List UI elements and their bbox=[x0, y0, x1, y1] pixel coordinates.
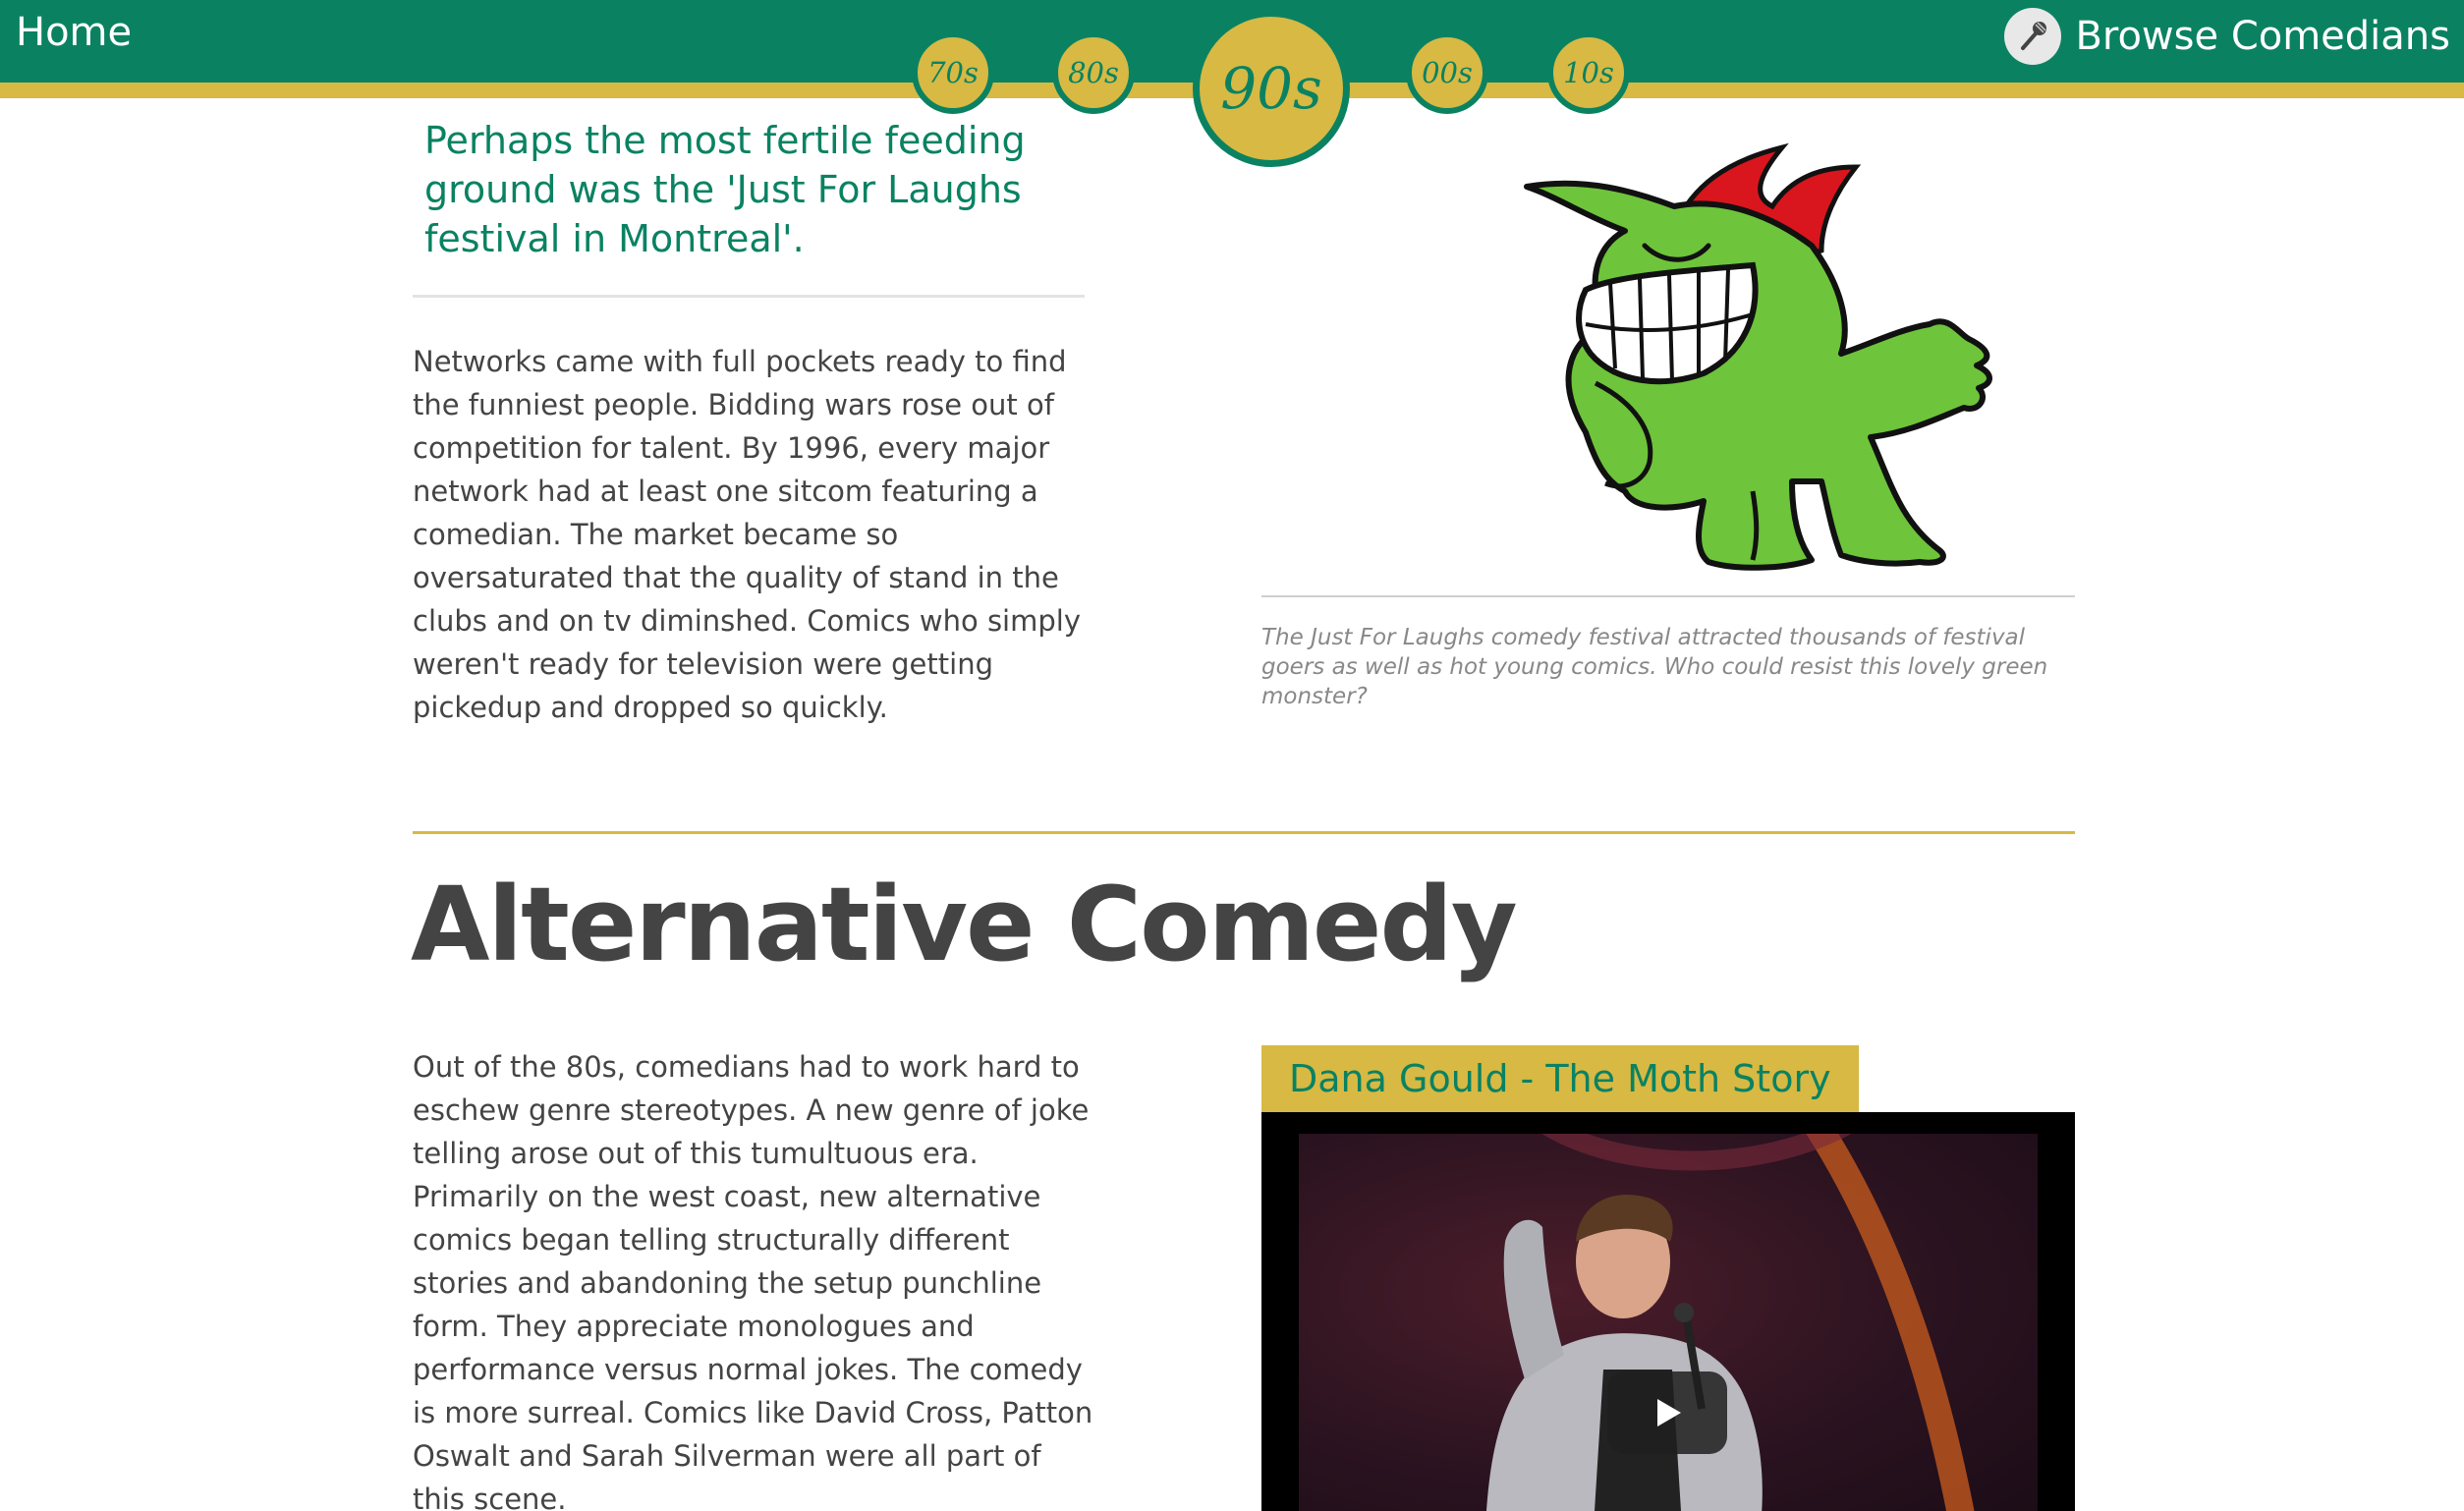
video-player[interactable] bbox=[1261, 1112, 2075, 1511]
just-for-laughs-mascot-icon bbox=[1524, 142, 2057, 588]
comedian-performer-icon bbox=[1485, 1134, 1975, 1511]
pull-quote: Perhaps the most fertile feeding ground … bbox=[424, 119, 1026, 260]
divider bbox=[413, 295, 1085, 298]
festival-paragraph: Networks came with full pockets ready to… bbox=[413, 345, 1081, 724]
video-title: Dana Gould - The Moth Story bbox=[1261, 1045, 1859, 1112]
section-title: Alternative Comedy bbox=[411, 865, 1518, 984]
alternative-paragraph: Out of the 80s, comedians had to work ha… bbox=[413, 1050, 1093, 1511]
home-link[interactable]: Home bbox=[16, 10, 132, 55]
browse-comedians-label: Browse Comedians bbox=[2075, 14, 2450, 59]
caption-divider bbox=[1261, 595, 2075, 597]
video-thumbnail bbox=[1299, 1134, 2038, 1511]
decade-00s[interactable]: 00s bbox=[1406, 31, 1488, 114]
image-caption: The Just For Laughs comedy festival attr… bbox=[1261, 625, 2048, 709]
microphone-icon bbox=[2004, 8, 2062, 65]
decade-70s[interactable]: 70s bbox=[912, 31, 994, 114]
decade-80s[interactable]: 80s bbox=[1052, 31, 1135, 114]
decade-10s[interactable]: 10s bbox=[1547, 31, 1630, 114]
just-for-laughs-mascot-image bbox=[1261, 138, 2077, 589]
play-icon[interactable] bbox=[1607, 1371, 1727, 1454]
browse-comedians-link[interactable]: Browse Comedians bbox=[2004, 8, 2450, 65]
section-divider bbox=[413, 831, 2075, 834]
